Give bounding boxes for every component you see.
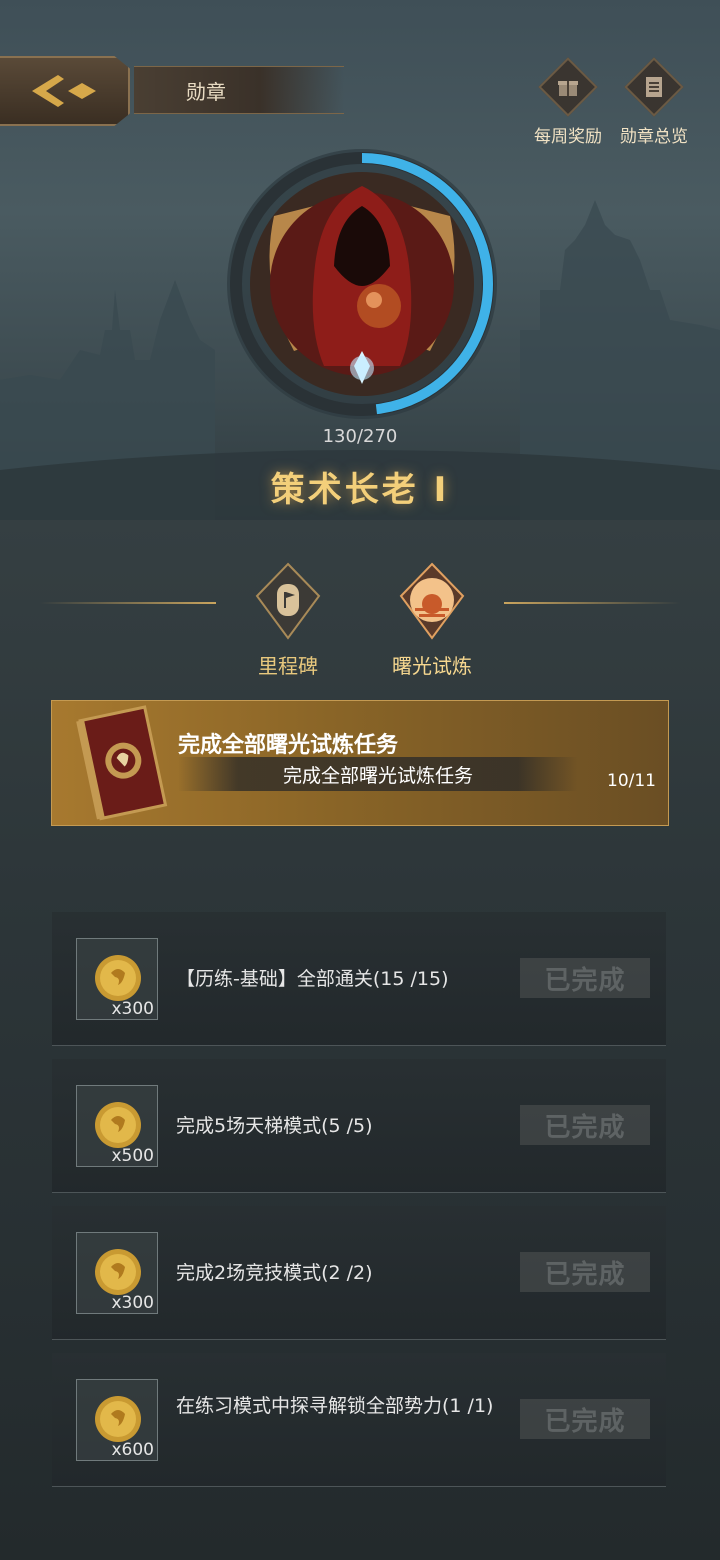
milestone-icon bbox=[255, 562, 321, 640]
sunrise-icon bbox=[399, 562, 465, 640]
quest-banner[interactable]: 完成全部曙光试炼任务 完成全部曙光试炼任务 10/11 bbox=[51, 700, 669, 826]
reward-slot[interactable]: x600 bbox=[76, 1379, 158, 1461]
reward-slot[interactable]: x300 bbox=[76, 938, 158, 1020]
tab-milestone-label: 里程碑 bbox=[258, 654, 318, 678]
tab-dawn-trial[interactable]: 曙光试炼 bbox=[372, 562, 492, 679]
weekly-reward-label: 每周奖励 bbox=[534, 127, 602, 147]
task-description: 完成5场天梯模式(5 /5) bbox=[176, 1115, 373, 1137]
page-title: 勋章 bbox=[134, 66, 344, 114]
completed-button[interactable]: 已完成 bbox=[520, 958, 650, 998]
task-row: x500 完成5场天梯模式(5 /5) 已完成 bbox=[52, 1059, 666, 1193]
quest-subtitle: 完成全部曙光试炼任务 bbox=[178, 757, 578, 791]
task-row: x300 【历练-基础】全部通关(15 /15) 已完成 bbox=[52, 912, 666, 1046]
badge-progress-text: 130/270 bbox=[322, 426, 398, 447]
reward-quantity: x300 bbox=[111, 999, 154, 1019]
quest-progress: 10/11 bbox=[607, 771, 656, 791]
gold-coin-icon bbox=[95, 1396, 141, 1442]
reward-slot[interactable]: x500 bbox=[76, 1085, 158, 1167]
gift-icon bbox=[556, 75, 580, 99]
task-description: 完成2场竞技模式(2 /2) bbox=[176, 1262, 373, 1284]
document-icon bbox=[643, 75, 665, 99]
tab-milestone[interactable]: 里程碑 bbox=[228, 562, 348, 679]
tab-dawn-trial-label: 曙光试炼 bbox=[392, 654, 472, 678]
completed-button[interactable]: 已完成 bbox=[520, 1105, 650, 1145]
gold-coin-icon bbox=[95, 955, 141, 1001]
gold-coin-icon bbox=[95, 1249, 141, 1295]
rank-badge bbox=[227, 149, 497, 419]
tab-divider-left bbox=[40, 602, 216, 604]
completed-button[interactable]: 已完成 bbox=[520, 1252, 650, 1292]
task-description: 【历练-基础】全部通关(15 /15) bbox=[176, 968, 449, 990]
weekly-reward-button[interactable]: 每周奖励 bbox=[528, 57, 608, 147]
task-row: x600 在练习模式中探寻解锁全部势力(1 /1) 已完成 bbox=[52, 1353, 666, 1487]
quest-title: 完成全部曙光试炼任务 bbox=[178, 733, 399, 758]
reward-quantity: x600 bbox=[111, 1440, 154, 1460]
medal-overview-label: 勋章总览 bbox=[620, 127, 688, 147]
task-description: 在练习模式中探寻解锁全部势力(1 /1) bbox=[176, 1395, 494, 1417]
rank-name: 策术长老 I bbox=[270, 470, 450, 510]
completed-button[interactable]: 已完成 bbox=[520, 1399, 650, 1439]
medal-book-icon bbox=[76, 705, 168, 821]
gold-coin-icon bbox=[95, 1102, 141, 1148]
reward-quantity: x300 bbox=[111, 1293, 154, 1313]
reward-quantity: x500 bbox=[111, 1146, 154, 1166]
task-row: x300 完成2场竞技模式(2 /2) 已完成 bbox=[52, 1206, 666, 1340]
tab-divider-right bbox=[504, 602, 680, 604]
back-arrow-icon bbox=[32, 75, 96, 107]
back-button[interactable] bbox=[0, 56, 130, 126]
medal-overview-button[interactable]: 勋章总览 bbox=[614, 57, 694, 147]
reward-slot[interactable]: x300 bbox=[76, 1232, 158, 1314]
